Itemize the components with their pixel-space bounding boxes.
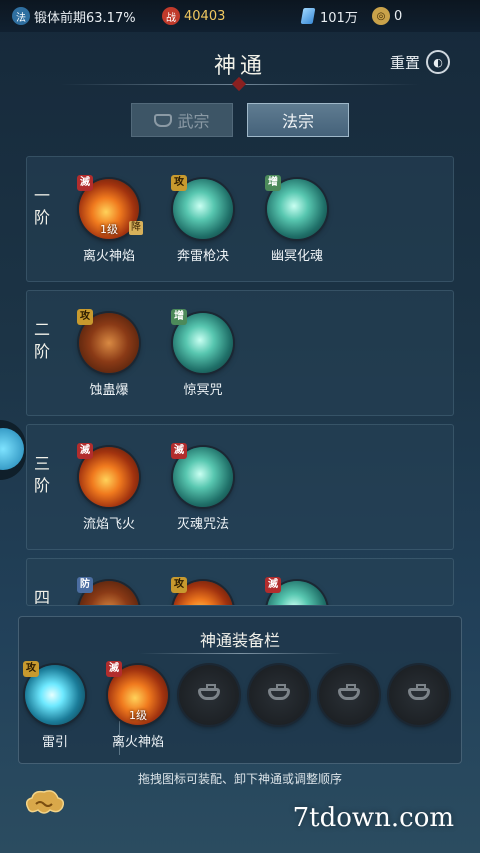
skill-tag-badge: 滅 (106, 661, 122, 677)
tier-panel-4: 四 防 攻 滅 (26, 558, 454, 606)
lock-icon (408, 684, 430, 700)
skill-name: 奔雷枪决 (176, 249, 229, 264)
spirit-skill-icon: 滅 (171, 443, 233, 507)
side-event-button[interactable] (0, 420, 26, 480)
skill-tag-badge: 攻 (77, 309, 93, 325)
equip-slot-4[interactable] (317, 665, 381, 725)
skill-name: 蚀蛊爆 (89, 383, 129, 398)
tier-label: 三阶 (33, 454, 50, 495)
skill-lihuo-shenyan[interactable]: 滅 降 1级 离火神焰 (61, 175, 157, 264)
skill-tag-badge: 防 (77, 577, 93, 593)
lock-icon (338, 684, 360, 700)
fire-skill-icon: 滅 降 1级 (77, 175, 143, 239)
skill-name: 灭魂咒法 (176, 517, 229, 532)
skill-name: 惊冥咒 (183, 383, 223, 398)
lock-icon (154, 113, 173, 127)
combat-power-icon: 战 (162, 7, 180, 25)
empty-slot (389, 665, 449, 725)
skill-liuyan-feihuo[interactable]: 滅 流焰飞火 (61, 443, 157, 532)
skill-level: 1级 (129, 709, 147, 722)
skill-tag-badge: 滅 (265, 577, 281, 593)
coin-currency[interactable]: ◎ 0 (372, 5, 402, 27)
tier-panel-1: 一阶 滅 降 1级 离火神焰 攻 奔雷枪决 增 幽冥化魂 (26, 156, 454, 282)
equip-slot-5[interactable] (387, 665, 451, 725)
equip-slot-3[interactable] (247, 665, 311, 725)
skill-youming-huahun[interactable]: 增 幽冥化魂 (249, 175, 345, 264)
tier-panel-3: 三阶 滅 流焰飞火 滅 灭魂咒法 (26, 424, 454, 550)
reset-button[interactable]: 重置 ◐ (390, 50, 450, 74)
coin-value: 0 (394, 8, 403, 24)
tab-fazong-label: 法宗 (281, 112, 314, 131)
drag-hint: 拖拽图标可装配、卸下神通或调整顺序 (137, 772, 342, 786)
rune-skill-icon: 攻 (77, 309, 139, 373)
skill-name: 离火神焰 (82, 249, 135, 264)
reset-label: 重置 (389, 53, 420, 72)
skill-level: 1级 (100, 223, 118, 236)
combat-power: 战 40403 (162, 5, 225, 27)
tier-label: 二阶 (33, 320, 50, 361)
skill-name: 离火神焰 (111, 735, 164, 750)
event-icon (0, 428, 24, 470)
spirit-stone-value: 101万 (320, 10, 358, 26)
vortex-skill-icon: 增 (171, 309, 233, 373)
tab-wuzong[interactable]: 武宗 (131, 103, 233, 137)
tab-fazong[interactable]: 法宗 (247, 103, 349, 137)
skill-tier4-3[interactable]: 滅 (249, 577, 345, 605)
ghost-skill-icon: 增 (265, 175, 327, 239)
combat-power-value: 40403 (184, 8, 226, 24)
equip-title-divider (139, 653, 343, 654)
skill-tag-badge: 攻 (171, 175, 187, 191)
skill-tag-badge: 滅 (77, 443, 93, 459)
top-status-bar: 法 锻体前期63.17% 战 40403 101万 ◎ 0 (0, 0, 480, 32)
skill-tag-badge: 滅 (77, 175, 93, 191)
fireball-skill-icon: 滅 (77, 443, 139, 507)
equip-bar-panel: 神通装备栏 攻 雷引 滅 1级 离火神焰 (18, 616, 462, 764)
skill-jingming-zhou[interactable]: 增 惊冥咒 (155, 309, 251, 398)
lock-icon (198, 684, 220, 700)
tier-label: 一阶 (33, 186, 50, 227)
cultivation-status[interactable]: 法 锻体前期63.17% (12, 5, 136, 27)
tab-wuzong-label: 武宗 (177, 112, 210, 131)
equip-bar-title: 神通装备栏 (199, 631, 280, 650)
watermark: 7tdown.com (292, 803, 454, 833)
skill-name: 雷引 (41, 735, 68, 750)
skill-icon: 防 (77, 577, 139, 605)
skill-tag-badge: 攻 (23, 661, 39, 677)
skill-miehun-zhoufa[interactable]: 滅 灭魂咒法 (155, 443, 251, 532)
skill-tag-badge: 增 (265, 175, 281, 191)
skill-tag-badge: 增 (171, 309, 187, 325)
tier-label: 四 (33, 588, 50, 606)
reset-swirl-icon: ◐ (426, 50, 450, 74)
coin-icon: ◎ (372, 7, 390, 25)
skill-tag-badge: 滅 (171, 443, 187, 459)
equip-slot-1[interactable]: 滅 1级 离火神焰 (105, 661, 171, 750)
thunder-skill-icon: 攻 (23, 661, 85, 725)
tier-panel-2: 二阶 攻 蚀蛊爆 增 惊冥咒 (26, 290, 454, 416)
skill-tag-badge: 攻 (171, 577, 187, 593)
cultivation-text: 锻体前期63.17% (34, 10, 136, 26)
cultivation-icon: 法 (12, 7, 30, 25)
lightning-skill-icon: 攻 (171, 175, 233, 239)
skill-tier4-1[interactable]: 防 (61, 577, 157, 605)
spirit-stone-currency[interactable]: 101万 (300, 5, 358, 27)
fire-skill-icon: 滅 1级 (106, 661, 168, 725)
skill-shigu-bao[interactable]: 攻 蚀蛊爆 (61, 309, 157, 398)
lock-icon (268, 684, 290, 700)
empty-slot (249, 665, 309, 725)
skill-name: 幽冥化魂 (270, 249, 323, 264)
skill-tier4-2[interactable]: 攻 (155, 577, 251, 605)
skill-name: 流焰飞火 (82, 517, 135, 532)
equip-slot-2[interactable] (177, 665, 241, 725)
equip-main-slot[interactable]: 攻 雷引 (23, 661, 87, 750)
skill-icon: 攻 (171, 577, 233, 605)
cloud-menu-button[interactable] (22, 786, 66, 820)
skill-benlei-qiangjue[interactable]: 攻 奔雷枪决 (155, 175, 251, 264)
skill-icon: 滅 (265, 577, 327, 605)
empty-slot (179, 665, 239, 725)
empty-slot (319, 665, 379, 725)
spirit-stone-icon (300, 8, 316, 24)
